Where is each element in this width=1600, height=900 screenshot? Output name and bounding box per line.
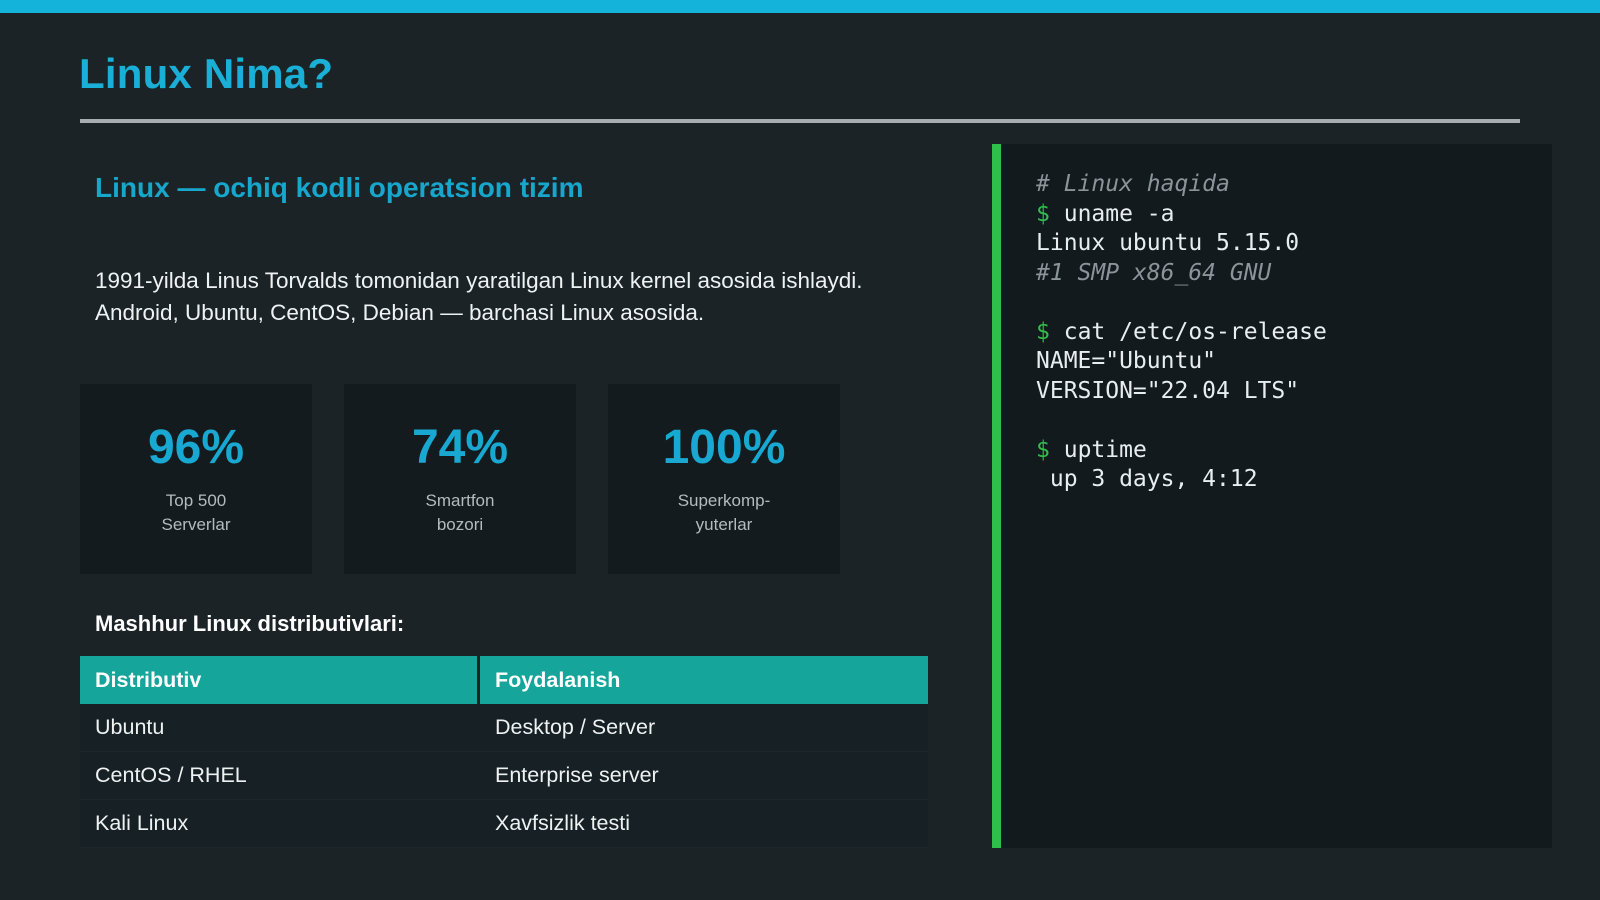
prompt-symbol: $ (1036, 318, 1050, 345)
stat-value: 74% (411, 421, 509, 474)
table-cell-distro: Kali Linux (95, 811, 189, 835)
table-cell-distro: Ubuntu (95, 715, 165, 739)
prompt-symbol: $ (1036, 436, 1050, 463)
stat-card-servers: 96% Top 500 Serverlar (80, 384, 312, 574)
column-header-distro: Distributiv (80, 656, 480, 704)
title-divider (80, 119, 1520, 123)
table-cell-distro: CentOS / RHEL (95, 763, 247, 787)
prompt-symbol: $ (1036, 200, 1050, 227)
stat-card-smartphones: 74% Smartfon bozori (344, 384, 576, 574)
top-accent-bar (0, 0, 1600, 13)
table-cell-usage: Xavfsizlik testi (495, 811, 631, 835)
intro-paragraph: 1991-yilda Linus Torvalds tomonidan yara… (95, 268, 863, 325)
terminal-output-line: Linux ubuntu 5.15.0 (1036, 230, 1300, 256)
stats-row: 96% Top 500 Serverlar 74% Smartfon bozor… (80, 384, 840, 574)
terminal-output-line: NAME="Ubuntu" (1036, 348, 1217, 374)
table-body: Ubuntu Desktop / Server CentOS / RHEL En… (80, 704, 928, 848)
terminal-output-line: VERSION="22.04 LTS" (1036, 377, 1300, 404)
section-subtitle: Linux — ochiq kodli operatsion tizim (95, 172, 584, 203)
stat-label: Top 500 Serverlar (161, 491, 231, 534)
table-header-row: Distributiv Foydalanish (80, 656, 928, 704)
terminal-command-line: $ uptime (1036, 436, 1147, 463)
stat-value: 96% (147, 421, 245, 474)
table-row: Kali Linux Xavfsizlik testi (80, 800, 928, 848)
stat-label: Smartfon bozori (425, 491, 495, 534)
terminal-output-line: up 3 days, 4:12 (1036, 466, 1258, 492)
terminal-output-line: #1 SMP x86_64 GNU (1036, 259, 1272, 286)
terminal-comment-line: # Linux haqida (1036, 171, 1230, 197)
stat-label: Superkomp- yuterlar (677, 491, 771, 534)
page-title: Linux Nima? (79, 50, 334, 97)
column-header-usage: Foydalanish (495, 667, 621, 692)
stat-value: 100% (662, 421, 786, 474)
table-cell-usage: Desktop / Server (495, 715, 656, 739)
stat-card-supercomputers: 100% Superkomp- yuterlar (608, 384, 840, 574)
terminal-panel: # Linux haqida $ uname -a Linux ubuntu 5… (992, 144, 1552, 848)
terminal-command-line: $ cat /etc/os-release (1036, 318, 1327, 345)
table-cell-usage: Enterprise server (495, 763, 659, 787)
table-row: Ubuntu Desktop / Server (80, 704, 928, 752)
table-row: CentOS / RHEL Enterprise server (80, 752, 928, 800)
table-heading: Mashhur Linux distributivlari: (95, 611, 405, 636)
terminal-command-line: $ uname -a (1036, 200, 1175, 227)
distro-table: Distributiv Foydalanish Ubuntu Desktop /… (80, 656, 928, 848)
